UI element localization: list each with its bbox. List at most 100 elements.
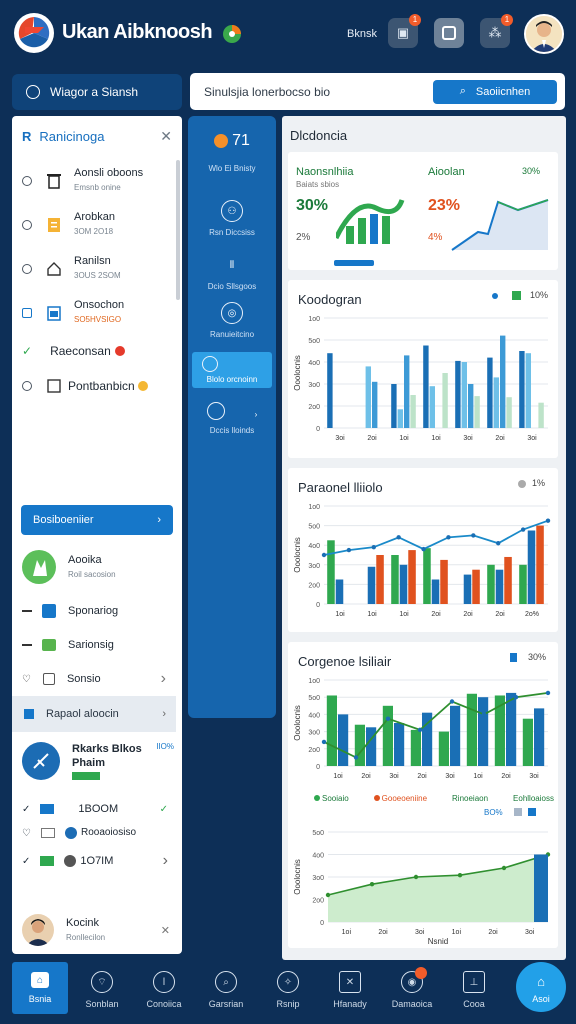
x-tick-label: 2oi	[378, 929, 388, 936]
footer-profile[interactable]: Kocink Ronllecilon ✕	[12, 914, 182, 946]
bar	[474, 396, 480, 428]
bottom-nav-item[interactable]: ✕ Hfanady	[320, 966, 380, 1016]
nav-item[interactable]: ⫴ Dcio Sllsgoos	[188, 254, 276, 292]
footer-sub: Ronllecilon	[66, 932, 106, 942]
bottom-nav-home[interactable]: ⌂ Bsnia	[12, 962, 68, 1014]
mini-row[interactable]: ✓ 1O7IM ›	[12, 852, 182, 870]
x-tick-label: 2oi	[361, 773, 371, 780]
x-tick-label: 2oi	[495, 435, 505, 442]
radio-button[interactable]	[22, 219, 32, 230]
nav-item[interactable]: › Dccis lloinds	[188, 402, 276, 435]
calendar-icon	[46, 305, 62, 321]
list-item[interactable]: ✓ Raeconsan	[12, 344, 182, 358]
y-tick-label: 2o0	[308, 582, 320, 589]
y-tick-label: 3o0	[308, 563, 320, 570]
search-bar[interactable]: Sinulsjia lonerbocso bio ⌕ Saoiicnhen	[190, 73, 565, 110]
menu-item[interactable]: Sarionsig	[12, 638, 182, 652]
user-icon	[64, 855, 77, 867]
close-icon[interactable]: ✕	[160, 128, 172, 145]
bottom-nav-item[interactable]: ◉ Damaoica	[382, 966, 442, 1016]
x-tick-label: 1oi	[367, 611, 377, 618]
legend-item-label: Rinoeiaon	[452, 794, 489, 803]
bar	[431, 579, 440, 604]
list-icon	[42, 673, 55, 685]
legend-item-label: Eohlloaioss	[513, 794, 554, 803]
bottom-nav-item[interactable]: ✧ Rsnip	[258, 966, 318, 1016]
alert-badge	[415, 967, 427, 979]
primary-action-label: Bosiboeniier	[33, 514, 94, 526]
menu-item[interactable]: ♡ Sonsio ›	[12, 670, 182, 688]
workspace-selector[interactable]: Wiagor a Siansh	[12, 74, 182, 110]
list-item[interactable]: Arobkan 3OM 2O18	[12, 210, 182, 239]
bottom-nav-label: Conoiica	[146, 999, 182, 1009]
check-icon[interactable]: ✓	[22, 344, 32, 358]
app-logo[interactable]	[14, 13, 54, 53]
stat-left-title: Naonsnlhiia	[296, 166, 354, 178]
bottom-nav-item[interactable]: ⌔ Sonblan	[72, 966, 132, 1016]
bottom-nav-item[interactable]: ⊥ Cooa	[444, 966, 504, 1016]
user-avatar[interactable]	[524, 14, 564, 54]
bar	[455, 360, 461, 428]
bottom-nav-label: Asoi	[532, 994, 550, 1004]
list-item[interactable]: Aonsli oboons Emsnb onine	[12, 166, 182, 195]
mini-row[interactable]: ♡ Rooaoiosiso	[12, 826, 182, 840]
collapsible-row[interactable]: Rapaol aloocin ›	[12, 696, 176, 732]
item-label: Onsochon	[74, 299, 125, 311]
nav-item[interactable]: ⚇ Rsn Diccsiss	[188, 200, 276, 237]
x-tick-label: 2oi	[488, 929, 498, 936]
legend-label: 1%	[532, 478, 546, 488]
stat-right-title: Aioolan	[428, 166, 465, 178]
profile-row[interactable]: Aooika Roil sacosion	[12, 550, 182, 584]
bar	[376, 555, 384, 604]
search-button[interactable]: ⌕ Saoiicnhen	[433, 79, 557, 104]
menu-item[interactable]: Sponariog	[12, 604, 182, 618]
checkbox[interactable]	[22, 307, 32, 318]
nav-summary[interactable]: 71 Wlo Ei Bnisty	[188, 132, 276, 173]
list-item[interactable]: Ranilsn 3OUS 2SOM	[12, 254, 182, 283]
nav-item[interactable]: ◎ Ranuieitcino	[188, 302, 276, 339]
list-item[interactable]: Pontbanbicn	[12, 378, 182, 394]
bar	[410, 395, 416, 428]
dashboard-content: Dlcdoncia Naonsnlhiia Baiats sbios 30% 2…	[282, 116, 566, 960]
left-panel: R Ranicinoga ✕ Aonsli oboons Emsnb onine …	[12, 116, 182, 954]
header-label[interactable]: Bknsk	[347, 28, 377, 40]
stat-left-value: 30%	[296, 197, 329, 214]
bar	[504, 556, 512, 604]
radio-button[interactable]	[22, 381, 32, 391]
y-tick-label: 2o0	[308, 747, 320, 754]
y-tick-label: 1o0	[308, 316, 320, 323]
chevron-right-icon: ›	[160, 670, 166, 687]
y-tick-label: 5o0	[312, 830, 324, 837]
nav-item-active[interactable]: Blolo orcnoinn	[188, 356, 276, 384]
notifications-button[interactable]: ▣ 1	[388, 14, 421, 48]
legend-pct: BO%	[484, 808, 503, 817]
search-input[interactable]: Sinulsjia lonerbocso bio	[204, 85, 433, 99]
bottom-nav-profile[interactable]: ⌂ Asoi	[516, 962, 566, 1012]
area-point	[325, 892, 331, 898]
radio-button[interactable]	[22, 175, 32, 186]
bottom-nav-item[interactable]: ⌕ Garsrian	[196, 966, 256, 1016]
area-point	[369, 882, 375, 887]
y-tick-label: 4o0	[308, 712, 320, 719]
x-tick-label: 3oi	[389, 773, 399, 780]
bottom-nav-item[interactable]: l Conoiica	[134, 966, 194, 1016]
window-button[interactable]	[434, 18, 464, 48]
coin-icon	[137, 381, 148, 391]
bar	[450, 705, 461, 766]
y-tick-label: 1o0	[308, 504, 320, 511]
list-item[interactable]: Onsochon SO5HVSIGO	[12, 298, 182, 327]
primary-action-button[interactable]: Bosiboeniier ›	[21, 505, 173, 535]
stat-progress	[334, 260, 374, 266]
profile-card[interactable]: Rkarks Blkos Phaim IIO%	[12, 742, 182, 784]
x-tick-label: 1oi	[473, 773, 483, 780]
close-icon[interactable]: ✕	[161, 924, 170, 937]
alerts-icon: ◉	[401, 967, 427, 993]
radio-button[interactable]	[22, 263, 32, 274]
left-panel-scrollbar[interactable]	[176, 160, 180, 300]
bar	[423, 548, 431, 604]
item-label: Raeconsan	[50, 344, 111, 358]
apps-button[interactable]: ⁂ 1	[480, 14, 513, 48]
bar	[365, 366, 371, 428]
x-tick-label: 3oi	[335, 435, 345, 442]
mini-row[interactable]: ✓ 1BOOM ✓	[12, 802, 182, 816]
